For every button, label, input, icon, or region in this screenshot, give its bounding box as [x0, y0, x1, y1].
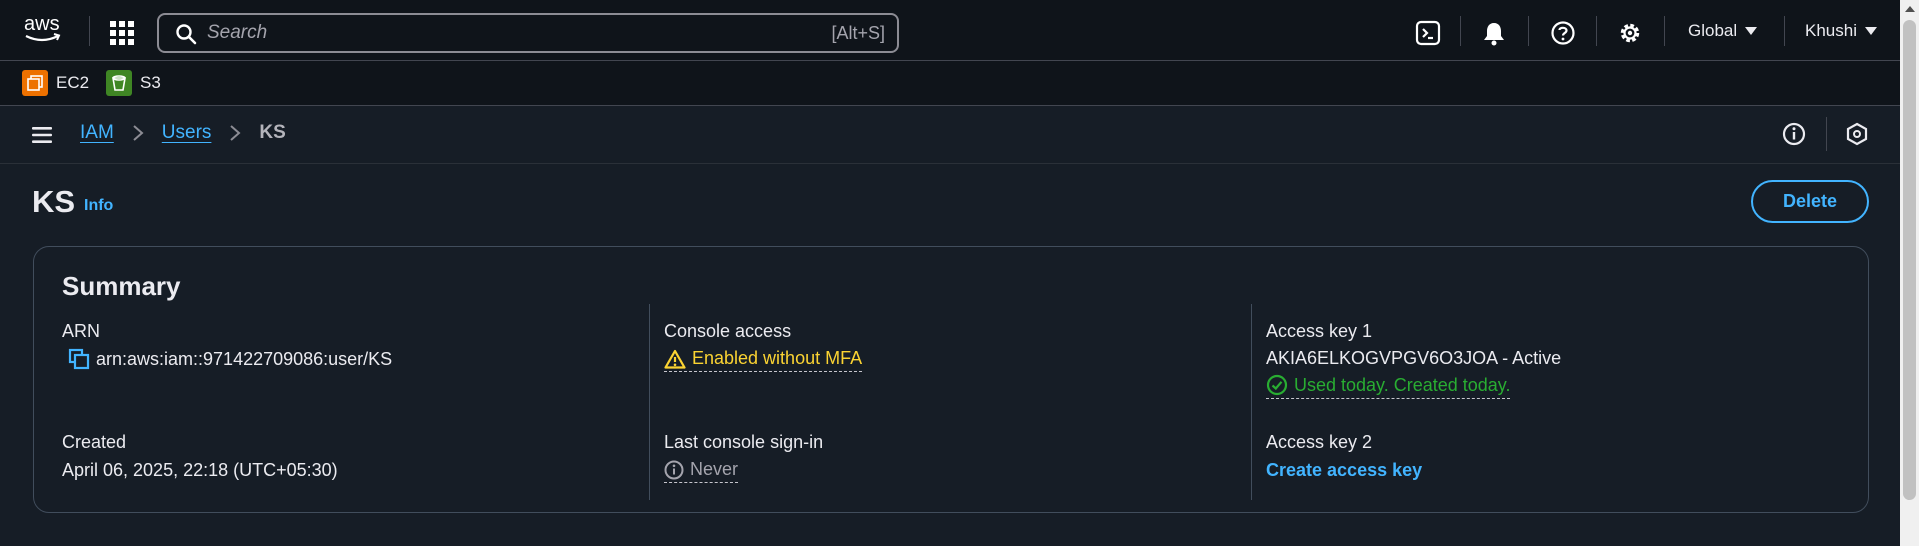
search-box[interactable]: [Alt+S] — [157, 13, 899, 53]
divider — [1528, 16, 1529, 46]
divider — [89, 16, 90, 46]
s3-service-icon — [106, 70, 132, 96]
menu-icon[interactable] — [32, 125, 54, 145]
check-circle-icon — [1266, 374, 1288, 396]
summary-title: Summary — [62, 271, 181, 301]
column-divider — [649, 304, 650, 500]
arn-value-row: arn:aws:iam::971422709086:user/KS — [68, 348, 392, 370]
search-icon — [175, 23, 197, 45]
favorite-ec2[interactable]: EC2 — [22, 70, 89, 96]
info-link[interactable]: Info — [84, 197, 113, 215]
hexagon-settings-icon[interactable] — [1845, 122, 1869, 146]
arn-value: arn:aws:iam::971422709086:user/KS — [96, 348, 393, 369]
delete-button[interactable]: Delete — [1751, 180, 1869, 223]
search-input[interactable] — [207, 19, 767, 47]
console-access-label: Console access — [664, 321, 792, 341]
copy-icon[interactable] — [68, 348, 90, 370]
aws-logo-text: aws — [24, 14, 60, 35]
chevron-right-icon — [132, 124, 144, 142]
chevron-right-icon — [229, 124, 241, 142]
favorite-s3[interactable]: S3 — [106, 70, 161, 96]
console-access-value-row[interactable]: Enabled without MFA — [664, 348, 863, 372]
favorites-bar: EC2 S3 — [0, 61, 1900, 106]
summary-container: Summary ARN arn:aws:iam::971422709086:us… — [33, 246, 1869, 513]
access-key-2-label: Access key 2 — [1266, 432, 1373, 452]
region-label: Global — [1688, 21, 1738, 40]
last-signin-value-row[interactable]: Never — [664, 459, 739, 483]
aws-logo[interactable]: aws — [22, 14, 66, 46]
warning-icon — [664, 349, 686, 369]
console-access-value: Enabled without MFA — [692, 348, 863, 368]
services-menu-icon[interactable] — [110, 21, 134, 45]
breadcrumb-iam[interactable]: IAM — [80, 122, 114, 144]
console-access-status[interactable]: Enabled without MFA — [664, 348, 863, 372]
access-key-1-label: Access key 1 — [1266, 321, 1373, 341]
access-key-1-value: AKIA6ELKOGVPGV6O3JOA - Active — [1266, 348, 1562, 368]
favorite-label: EC2 — [56, 73, 90, 92]
access-key-1-status-row[interactable]: Used today. Created today. — [1266, 374, 1511, 399]
top-navigation-bar: aws [Alt+S] — [0, 0, 1900, 61]
breadcrumb: IAM Users KS — [80, 122, 286, 144]
bell-icon[interactable] — [1481, 20, 1507, 46]
created-value: April 06, 2025, 22:18 (UTC+05:30) — [62, 460, 338, 480]
scroll-up-arrow-icon[interactable] — [1905, 6, 1915, 12]
caret-down-icon — [1864, 27, 1877, 35]
account-menu[interactable]: Khushi — [1805, 21, 1877, 41]
gear-icon[interactable] — [1617, 20, 1643, 46]
last-signin-value: Never — [690, 459, 739, 479]
last-signin-status[interactable]: Never — [664, 459, 739, 483]
column-divider — [1251, 304, 1252, 500]
last-signin-label: Last console sign-in — [664, 432, 824, 452]
access-key-1-status[interactable]: Used today. Created today. — [1266, 374, 1511, 399]
region-selector[interactable]: Global — [1688, 21, 1758, 41]
divider — [1596, 16, 1597, 46]
info-panel-icon[interactable] — [1782, 122, 1806, 146]
breadcrumb-bar: IAM Users KS — [0, 106, 1900, 164]
created-label: Created — [62, 432, 127, 452]
help-icon[interactable] — [1550, 20, 1576, 46]
cloudshell-icon[interactable] — [1415, 20, 1441, 46]
create-access-key-link[interactable]: Create access key — [1266, 460, 1422, 481]
ec2-service-icon — [22, 70, 48, 96]
info-circle-icon — [664, 460, 684, 480]
divider — [1784, 16, 1785, 46]
arn-label: ARN — [62, 321, 101, 341]
access-key-1-status-text: Used today. Created today. — [1294, 374, 1511, 395]
divider — [1664, 16, 1665, 46]
scrollbar-thumb[interactable] — [1903, 20, 1916, 500]
breadcrumb-current: KS — [259, 122, 286, 143]
divider — [1460, 16, 1461, 46]
account-name: Khushi — [1805, 21, 1857, 40]
caret-down-icon — [1745, 27, 1758, 35]
breadcrumb-users[interactable]: Users — [162, 122, 212, 144]
favorite-label: S3 — [140, 73, 161, 92]
divider — [1826, 117, 1827, 151]
search-shortcut: [Alt+S] — [831, 23, 885, 43]
page-title: KS — [32, 184, 76, 219]
